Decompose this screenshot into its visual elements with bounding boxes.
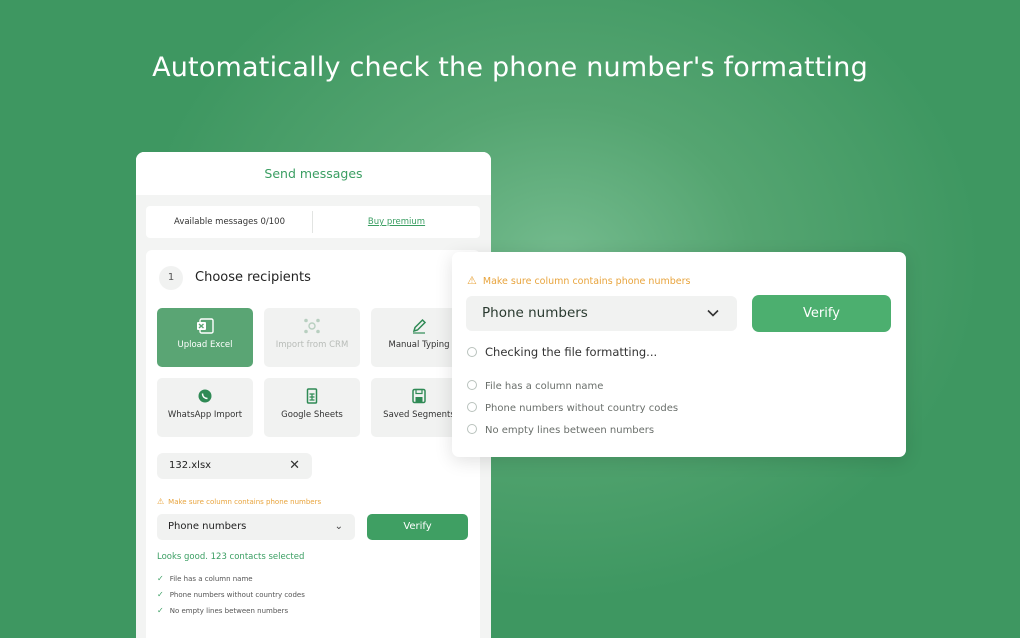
- warning-text: Make sure column contains phone numbers: [168, 498, 322, 506]
- check-icon: ✓: [157, 590, 164, 599]
- upload-excel-button[interactable]: Upload Excel: [157, 308, 253, 367]
- file-chip: 132.xlsx ✕: [157, 453, 312, 479]
- check-item: ✓ No empty lines between numbers: [157, 606, 289, 615]
- warning-icon: ⚠: [157, 497, 165, 506]
- available-messages: Available messages 0/100: [146, 211, 313, 233]
- buy-premium-link[interactable]: Buy premium: [313, 217, 480, 227]
- column-select-value: Phone numbers: [168, 521, 247, 532]
- tile-label: Upload Excel: [177, 340, 233, 350]
- file-name: 132.xlsx: [169, 460, 212, 471]
- pending-circle-icon: [467, 424, 477, 434]
- spinner-icon: [467, 347, 477, 357]
- check-icon: ✓: [157, 574, 164, 583]
- verify-button[interactable]: Verify: [367, 514, 468, 540]
- choose-recipients-card: 1 Choose recipients Upload Excel Import …: [146, 250, 480, 638]
- checking-status: Checking the file formatting...: [467, 345, 657, 359]
- column-select[interactable]: Phone numbers ⌄: [157, 514, 355, 540]
- step-title: Choose recipients: [195, 270, 311, 285]
- popup-warning: ⚠ Make sure column contains phone numbers: [467, 274, 690, 287]
- headline: Automatically check the phone number's f…: [152, 52, 868, 83]
- check-icon: ✓: [157, 606, 164, 615]
- save-icon: [410, 388, 428, 404]
- remove-file-icon[interactable]: ✕: [289, 453, 300, 479]
- whatsapp-import-button[interactable]: WhatsApp Import: [157, 378, 253, 437]
- import-from-crm-button[interactable]: Import from CRM: [264, 308, 360, 367]
- pending-check-item: No empty lines between numbers: [467, 420, 678, 442]
- crm-icon: [303, 318, 321, 334]
- check-item: ✓ Phone numbers without country codes: [157, 590, 305, 599]
- popup-verify-button[interactable]: Verify: [752, 295, 891, 332]
- pending-check-item: Phone numbers without country codes: [467, 398, 678, 420]
- result-text: Looks good. 123 contacts selected: [157, 552, 305, 562]
- pending-check-item: File has a column name: [467, 376, 678, 398]
- pencil-icon: [410, 318, 428, 334]
- popup-column-select[interactable]: Phone numbers: [466, 296, 737, 331]
- tile-label: Import from CRM: [275, 340, 349, 350]
- step-number: 1: [159, 266, 183, 290]
- popup-check-list: File has a column name Phone numbers wit…: [467, 376, 678, 442]
- popup-column-select-value: Phone numbers: [482, 305, 588, 321]
- tile-label: WhatsApp Import: [167, 410, 243, 420]
- excel-icon: [196, 318, 214, 334]
- pending-circle-icon: [467, 402, 477, 412]
- availability-bar: Available messages 0/100 Buy premium: [146, 206, 480, 238]
- panel-title: Send messages: [136, 152, 491, 195]
- verification-popup: ⚠ Make sure column contains phone numbers…: [452, 252, 906, 457]
- chevron-down-icon: ⌄: [334, 521, 343, 532]
- warning-icon: ⚠: [467, 274, 477, 287]
- chevron-down-icon: [707, 296, 719, 331]
- check-item: ✓ File has a column name: [157, 574, 253, 583]
- tile-label: Manual Typing: [388, 340, 450, 350]
- pending-circle-icon: [467, 380, 477, 390]
- check-list: ✓ File has a column name ✓ Phone numbers w…: [157, 571, 305, 619]
- tile-label: Google Sheets: [281, 410, 343, 420]
- column-warning: ⚠ Make sure column contains phone numbers: [157, 497, 321, 506]
- whatsapp-icon: [196, 388, 214, 404]
- google-sheets-button[interactable]: Google Sheets: [264, 378, 360, 437]
- popup-warning-text: Make sure column contains phone numbers: [482, 276, 691, 287]
- tile-label: Saved Segments: [383, 410, 455, 420]
- sheets-icon: [303, 388, 321, 404]
- send-messages-panel: Send messages Available messages 0/100 B…: [136, 152, 491, 638]
